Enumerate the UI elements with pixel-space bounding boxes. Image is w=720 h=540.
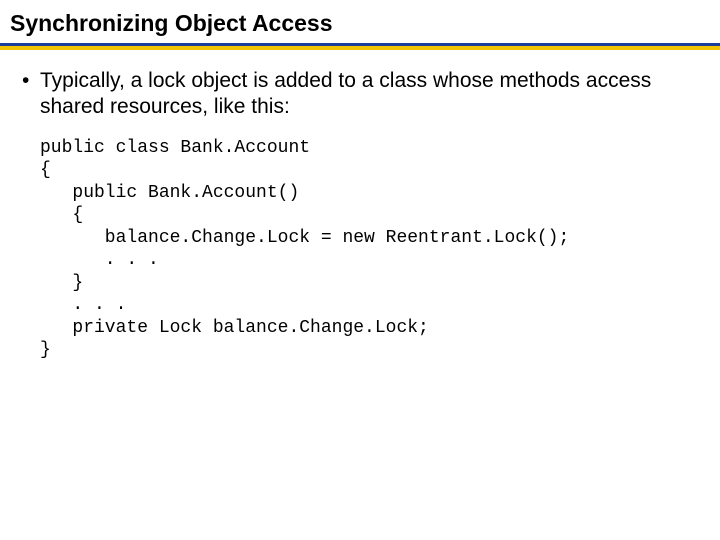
bullet-item: • Typically, a lock object is added to a…	[22, 68, 698, 121]
slide-body: • Typically, a lock object is added to a…	[0, 50, 720, 362]
page-title: Synchronizing Object Access	[10, 10, 710, 41]
bullet-text: Typically, a lock object is added to a c…	[40, 68, 698, 121]
slide: Synchronizing Object Access • Typically,…	[0, 0, 720, 540]
title-area: Synchronizing Object Access	[0, 10, 720, 43]
code-block: public class Bank.Account { public Bank.…	[40, 137, 698, 362]
bullet-marker: •	[22, 68, 40, 94]
